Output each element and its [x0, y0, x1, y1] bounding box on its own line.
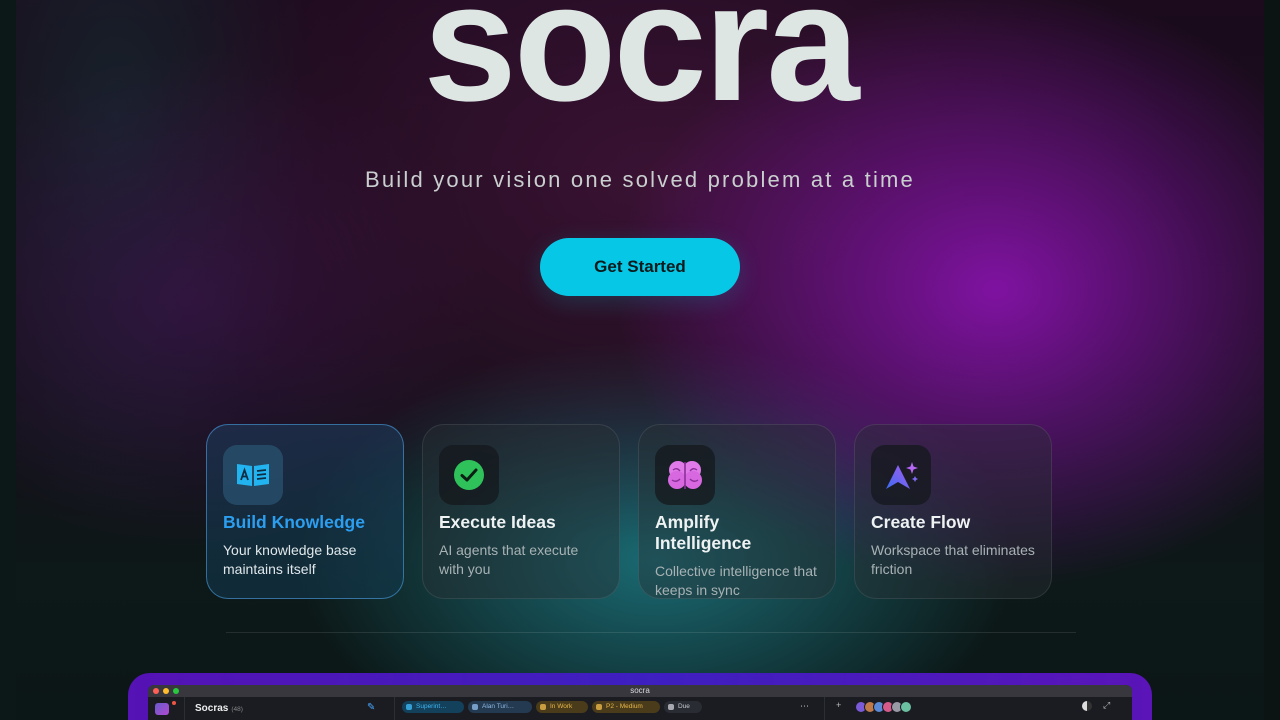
add-person-icon: +	[836, 700, 842, 710]
feature-card-execute-ideas[interactable]: Execute Ideas AI agents that execute wit…	[422, 424, 620, 599]
app-sidebar	[148, 697, 185, 720]
brain-icon	[655, 445, 715, 505]
workspace-title: Socras (48)	[195, 703, 243, 714]
close-dot-icon	[153, 688, 159, 694]
feature-cards: Build Knowledge Your knowledge base main…	[206, 424, 1052, 599]
feature-title: Build Knowledge	[223, 512, 365, 532]
avatar	[900, 701, 912, 713]
workspace-count: (48)	[231, 706, 243, 713]
window-controls	[153, 688, 179, 694]
window-titlebar: socra	[148, 685, 1132, 697]
more-icon: ⋯	[800, 701, 809, 711]
folder-chip: Superint…	[402, 701, 464, 713]
left-edge-strip	[0, 0, 16, 720]
feature-card-build-knowledge[interactable]: Build Knowledge Your knowledge base main…	[206, 424, 404, 599]
member-avatars	[855, 701, 912, 713]
workspace-avatar	[155, 703, 169, 715]
edit-icon: ✎	[367, 702, 376, 713]
feature-description: Workspace that eliminates friction	[871, 542, 1035, 577]
feature-card-amplify-intelligence[interactable]: Amplify Intelligence Collective intellig…	[638, 424, 836, 599]
maximize-dot-icon	[173, 688, 179, 694]
hero-section: socra Build your vision one solved probl…	[16, 0, 1264, 720]
toolbar-divider	[824, 697, 825, 720]
toolbar-divider	[394, 697, 395, 720]
sparkle-arrow-icon	[871, 445, 931, 505]
minimize-dot-icon	[163, 688, 169, 694]
feature-description: AI agents that execute with you	[439, 542, 579, 577]
app-toolbar: Socras (48) ✎ Superint… Alan Turi… In Wor…	[148, 697, 1132, 720]
right-edge-strip	[1264, 0, 1280, 720]
expand-icon: ⤢	[1103, 700, 1111, 710]
workspace-name: Socras	[195, 703, 229, 714]
feature-title: Execute Ideas	[439, 512, 556, 532]
theme-toggle-icon	[1082, 701, 1092, 711]
hero-tagline: Build your vision one solved problem at …	[365, 167, 915, 192]
feature-title: Amplify Intelligence	[655, 512, 752, 553]
due-chip: Due	[664, 701, 702, 713]
get-started-button[interactable]: Get Started	[540, 238, 740, 296]
feature-description: Your knowledge base maintains itself	[223, 542, 357, 577]
priority-chip: P2 - Medium	[592, 701, 660, 713]
app-preview-frame: socra Socras (48) ✎ Superint… Alan Turi… …	[128, 673, 1152, 720]
notification-badge	[172, 701, 176, 705]
window-title: socra	[630, 686, 650, 695]
section-divider	[226, 632, 1076, 633]
assignee-chip: Alan Turi…	[468, 701, 532, 713]
check-circle-icon	[439, 445, 499, 505]
status-chip: In Work	[536, 701, 588, 713]
feature-card-create-flow[interactable]: Create Flow Workspace that eliminates fr…	[854, 424, 1052, 599]
feature-description: Collective intelligence that keeps in sy…	[655, 563, 817, 598]
feature-title: Create Flow	[871, 512, 971, 532]
book-icon	[223, 445, 283, 505]
app-preview-window: socra Socras (48) ✎ Superint… Alan Turi… …	[148, 685, 1132, 720]
logo-wordmark: socra	[423, 0, 859, 136]
